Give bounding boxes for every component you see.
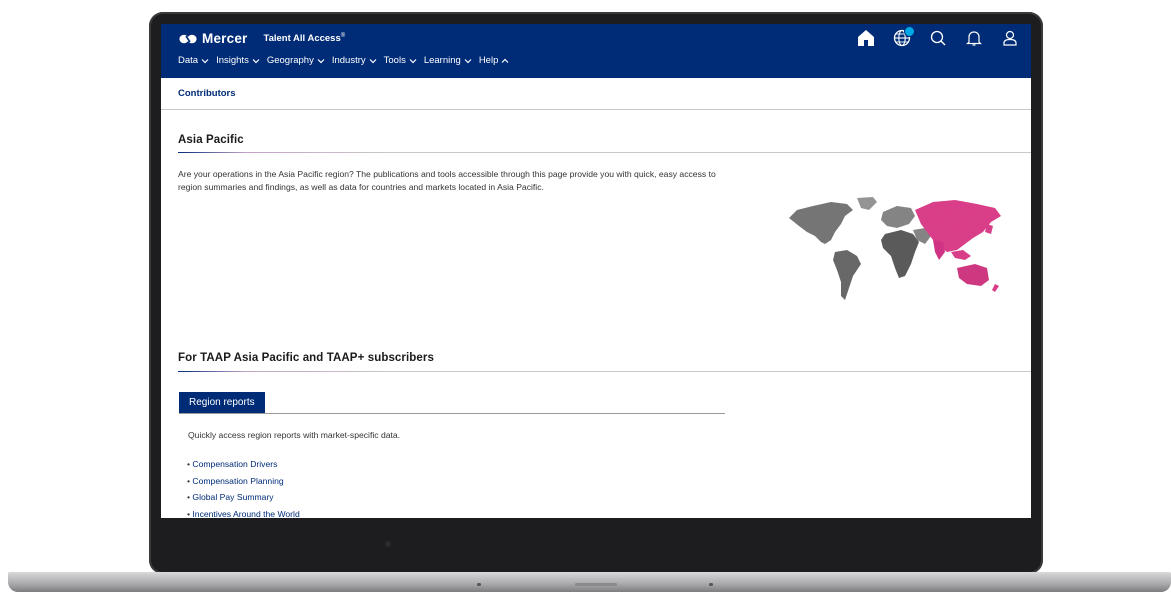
section-heading-asia-pacific: Asia Pacific bbox=[178, 134, 244, 146]
notifications-button[interactable] bbox=[963, 27, 985, 49]
chevron-up-icon bbox=[501, 58, 509, 63]
home-icon bbox=[858, 30, 874, 46]
section-divider bbox=[178, 152, 1031, 153]
subnav-bar: Contributors bbox=[161, 78, 1031, 110]
southeast-asia-shape bbox=[951, 250, 971, 260]
header-actions bbox=[841, 26, 1021, 49]
greenland-shape bbox=[857, 197, 877, 210]
report-list: Compensation Drivers Compensation Planni… bbox=[187, 456, 300, 519]
nav-help[interactable]: Help bbox=[479, 55, 510, 66]
webcam bbox=[385, 541, 391, 547]
australia-shape bbox=[957, 264, 989, 286]
search-button[interactable] bbox=[927, 27, 949, 49]
app-header: Mercer Talent All Access® Data Insights … bbox=[161, 24, 1031, 78]
laptop-foot bbox=[477, 583, 481, 586]
notification-badge bbox=[904, 26, 915, 37]
report-link-global-pay-summary[interactable]: Global Pay Summary bbox=[187, 489, 300, 506]
report-link-compensation-planning[interactable]: Compensation Planning bbox=[187, 473, 300, 490]
chevron-down-icon bbox=[317, 58, 325, 63]
bell-icon bbox=[966, 31, 982, 46]
mercer-logo-icon bbox=[179, 34, 197, 43]
south-america-shape bbox=[833, 250, 861, 300]
nav-learning[interactable]: Learning bbox=[424, 55, 472, 66]
user-icon bbox=[1003, 30, 1017, 46]
brand[interactable]: Mercer Talent All Access® bbox=[179, 31, 345, 46]
chevron-down-icon bbox=[252, 58, 260, 63]
chevron-down-icon bbox=[409, 58, 417, 63]
nav-tools[interactable]: Tools bbox=[384, 55, 417, 66]
region-reports-description: Quickly access region reports with marke… bbox=[188, 430, 401, 440]
laptop-notch bbox=[575, 583, 617, 586]
section-divider bbox=[178, 371, 1031, 372]
nav-geography[interactable]: Geography bbox=[267, 55, 325, 66]
nav-industry[interactable]: Industry bbox=[332, 55, 377, 66]
nav-data[interactable]: Data bbox=[178, 55, 209, 66]
europe-shape bbox=[881, 206, 915, 228]
main-nav: Data Insights Geography Industry Tools L… bbox=[178, 55, 516, 66]
brand-name: Mercer bbox=[202, 31, 248, 46]
product-name: Talent All Access® bbox=[263, 32, 346, 45]
chevron-down-icon bbox=[369, 58, 377, 63]
search-icon bbox=[930, 30, 946, 46]
section-heading-subscribers: For TAAP Asia Pacific and TAAP+ subscrib… bbox=[178, 352, 434, 364]
intro-paragraph: Are your operations in the Asia Pacific … bbox=[178, 169, 716, 192]
home-button[interactable] bbox=[855, 27, 877, 49]
laptop-base bbox=[8, 572, 1171, 592]
tab-underline bbox=[179, 413, 725, 414]
africa-shape bbox=[881, 230, 919, 278]
north-america-shape bbox=[789, 202, 853, 244]
subnav-contributors[interactable]: Contributors bbox=[178, 88, 236, 99]
chevron-down-icon bbox=[464, 58, 472, 63]
profile-button[interactable] bbox=[999, 27, 1021, 49]
browser-screen: Mercer Talent All Access® Data Insights … bbox=[161, 24, 1031, 518]
world-map-image bbox=[789, 197, 1001, 300]
report-link-incentives-around-the-world[interactable]: Incentives Around the World bbox=[187, 506, 299, 519]
tab-region-reports[interactable]: Region reports bbox=[179, 392, 265, 413]
nav-insights[interactable]: Insights bbox=[216, 55, 260, 66]
region-globe-button[interactable] bbox=[891, 26, 915, 49]
laptop-foot bbox=[709, 583, 713, 586]
new-zealand-shape bbox=[992, 284, 999, 292]
chevron-down-icon bbox=[201, 58, 209, 63]
report-link-compensation-drivers[interactable]: Compensation Drivers bbox=[187, 456, 300, 473]
